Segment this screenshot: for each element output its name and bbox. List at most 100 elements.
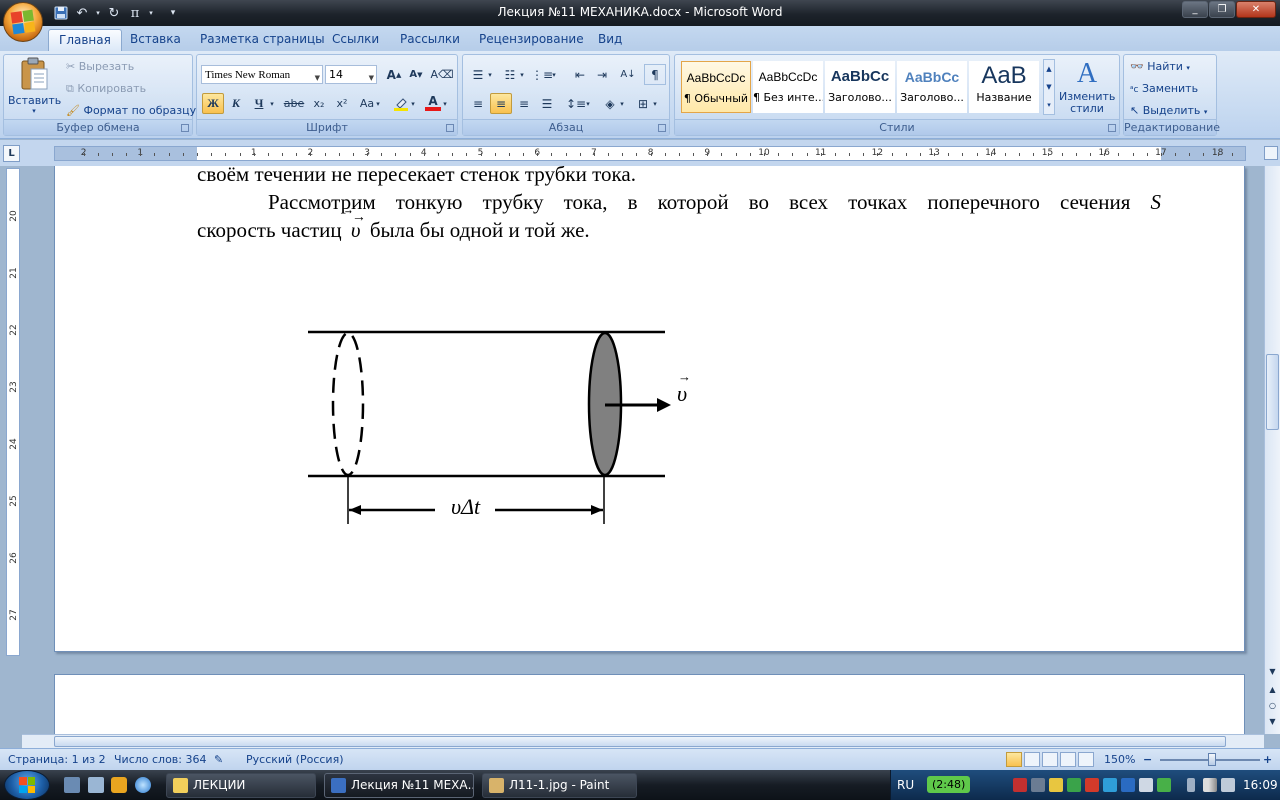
style-heading-1[interactable]: AaBbCc Заголово... (825, 61, 895, 113)
tray-update-icon[interactable] (1103, 778, 1117, 792)
shrink-font-button[interactable]: A ▼ (405, 64, 427, 85)
zoom-out-button[interactable]: − (1143, 753, 1152, 766)
strikethrough-button[interactable]: abe (283, 93, 305, 114)
previous-page-icon[interactable]: ▲ (1266, 682, 1279, 696)
horizontal-scrollbar[interactable] (22, 734, 1264, 748)
numbering-dropdown-icon[interactable]: ▾ (517, 64, 527, 85)
show-marks-button[interactable]: ¶ (644, 64, 666, 85)
media-player-icon[interactable] (111, 777, 127, 793)
browse-object-icon[interactable]: ○ (1266, 698, 1279, 712)
draft-view-button[interactable] (1078, 752, 1094, 767)
print-layout-view-button[interactable] (1006, 752, 1022, 767)
change-case-dropdown-icon[interactable]: ▾ (373, 93, 383, 114)
tab-insert[interactable]: Вставка (120, 29, 191, 51)
full-screen-view-button[interactable] (1024, 752, 1040, 767)
bold-button[interactable]: Ж (202, 93, 224, 114)
styles-launcher-icon[interactable] (1108, 124, 1116, 132)
vertical-scroll-thumb[interactable] (1266, 354, 1279, 430)
flow-tube-figure[interactable] (305, 326, 705, 536)
tray-power-icon[interactable] (1049, 778, 1063, 792)
page-1[interactable]: своём течении не пересекает стенок трубк… (54, 166, 1245, 652)
grow-font-button[interactable]: A ▲ (383, 64, 405, 85)
multilevel-dropdown-icon[interactable]: ▾ (549, 64, 559, 85)
word-count[interactable]: Число слов: 364 (114, 753, 207, 766)
decrease-indent-button[interactable]: ⇤ (569, 64, 591, 85)
tray-network-icon[interactable] (1121, 778, 1135, 792)
paragraph-launcher-icon[interactable] (658, 124, 666, 132)
font-size-dropdown-icon[interactable]: ▼ (369, 70, 374, 87)
vertical-ruler[interactable]: 20 21 22 23 24 25 26 27 (6, 168, 20, 656)
zoom-slider-thumb[interactable] (1208, 753, 1216, 766)
font-name-dropdown-icon[interactable]: ▼ (315, 70, 320, 87)
tray-volume-icon[interactable] (1221, 778, 1235, 792)
browser-icon[interactable] (135, 777, 151, 793)
task-word-document[interactable]: Лекция №11 МЕХА... (324, 773, 474, 798)
clear-format-button[interactable]: A⌫ (430, 64, 453, 85)
increase-indent-button[interactable]: ⇥ (591, 64, 613, 85)
style-heading-2[interactable]: AaBbCc Заголово... (897, 61, 967, 113)
align-right-button[interactable]: ≡ (513, 93, 535, 114)
subscript-button[interactable]: x₂ (308, 93, 330, 114)
underline-dropdown-icon[interactable]: ▾ (267, 93, 277, 114)
justify-button[interactable]: ☰ (536, 93, 558, 114)
tab-mailings[interactable]: Рассылки (390, 29, 470, 51)
tray-antivirus-icon[interactable] (1013, 778, 1027, 792)
tray-display-icon[interactable] (1157, 778, 1171, 792)
borders-dropdown-icon[interactable]: ▾ (650, 93, 660, 114)
tab-home[interactable]: Главная (48, 29, 122, 51)
tab-view[interactable]: Вид (588, 29, 632, 51)
task-folder-lectures[interactable]: ЛЕКЦИИ (166, 773, 316, 798)
horizontal-ruler[interactable]: 21123456789101112131415161718 (54, 146, 1246, 161)
style-normal[interactable]: AaBbCcDc ¶ Обычный (681, 61, 751, 113)
horizontal-scroll-thumb[interactable] (54, 736, 1226, 747)
tab-page-layout[interactable]: Разметка страницы (190, 29, 335, 51)
shading-dropdown-icon[interactable]: ▾ (617, 93, 627, 114)
change-styles-button[interactable]: A Изменить стили (1059, 57, 1115, 115)
select-button[interactable]: ↖ Выделить ▾ (1130, 104, 1207, 117)
align-left-button[interactable]: ≡ (467, 93, 489, 114)
maximize-button[interactable]: ❐ (1209, 1, 1235, 18)
show-desktop-icon[interactable] (64, 777, 80, 793)
tray-battery-icon[interactable] (1187, 778, 1195, 792)
align-center-button[interactable]: ≡ (490, 93, 512, 114)
font-launcher-icon[interactable] (446, 124, 454, 132)
cut-button[interactable]: ✂ Вырезать (66, 60, 134, 73)
font-size-combo[interactable]: 14 ▼ (325, 65, 377, 84)
tab-selector[interactable]: L (3, 145, 20, 162)
battery-timer[interactable]: (2:48) (927, 776, 971, 793)
next-page-icon[interactable]: ▼ (1266, 714, 1279, 728)
line-spacing-dropdown-icon[interactable]: ▾ (583, 93, 593, 114)
tray-app-icon[interactable] (1067, 778, 1081, 792)
sort-button[interactable]: A↓ (617, 64, 639, 85)
styles-scroll[interactable]: ▲ ▼ ▾ (1043, 59, 1055, 115)
tray-keyboard-icon[interactable] (1031, 778, 1045, 792)
find-button[interactable]: 👓 Найти ▾ (1130, 60, 1190, 73)
tray-window-icon[interactable] (1139, 778, 1153, 792)
language-status[interactable]: Русский (Россия) (246, 753, 344, 766)
tab-review[interactable]: Рецензирование (469, 29, 594, 51)
office-button[interactable] (3, 2, 43, 42)
font-color-dropdown-icon[interactable]: ▾ (440, 93, 450, 114)
outline-view-button[interactable] (1060, 752, 1076, 767)
minimize-button[interactable]: _ (1182, 1, 1208, 18)
bullets-dropdown-icon[interactable]: ▾ (485, 64, 495, 85)
highlight-dropdown-icon[interactable]: ▾ (408, 93, 418, 114)
paste-dropdown-icon[interactable]: ▾ (8, 107, 60, 115)
close-button[interactable]: ✕ (1236, 1, 1276, 18)
vertical-scrollbar[interactable]: ▼ ▲ ○ ▼ (1264, 166, 1280, 734)
zoom-in-button[interactable]: + (1263, 753, 1272, 766)
start-button[interactable] (4, 770, 50, 800)
proofing-icon[interactable]: ✎ (214, 753, 223, 766)
tray-error-icon[interactable] (1085, 778, 1099, 792)
copy-button[interactable]: ⧉ Копировать (66, 82, 146, 96)
style-title[interactable]: AaB Название (969, 61, 1039, 113)
task-paint[interactable]: Л11-1.jpg - Paint (482, 773, 637, 798)
tray-signal-icon[interactable] (1203, 778, 1217, 792)
page-count[interactable]: Страница: 1 из 2 (8, 753, 106, 766)
zoom-level[interactable]: 150% (1104, 753, 1135, 766)
web-layout-view-button[interactable] (1042, 752, 1058, 767)
format-painter-button[interactable]: 🖌 Формат по образцу (66, 104, 196, 117)
style-no-spacing[interactable]: AaBbCcDc ¶ Без инте... (753, 61, 823, 113)
input-language[interactable]: RU (897, 778, 914, 792)
superscript-button[interactable]: x² (331, 93, 353, 114)
